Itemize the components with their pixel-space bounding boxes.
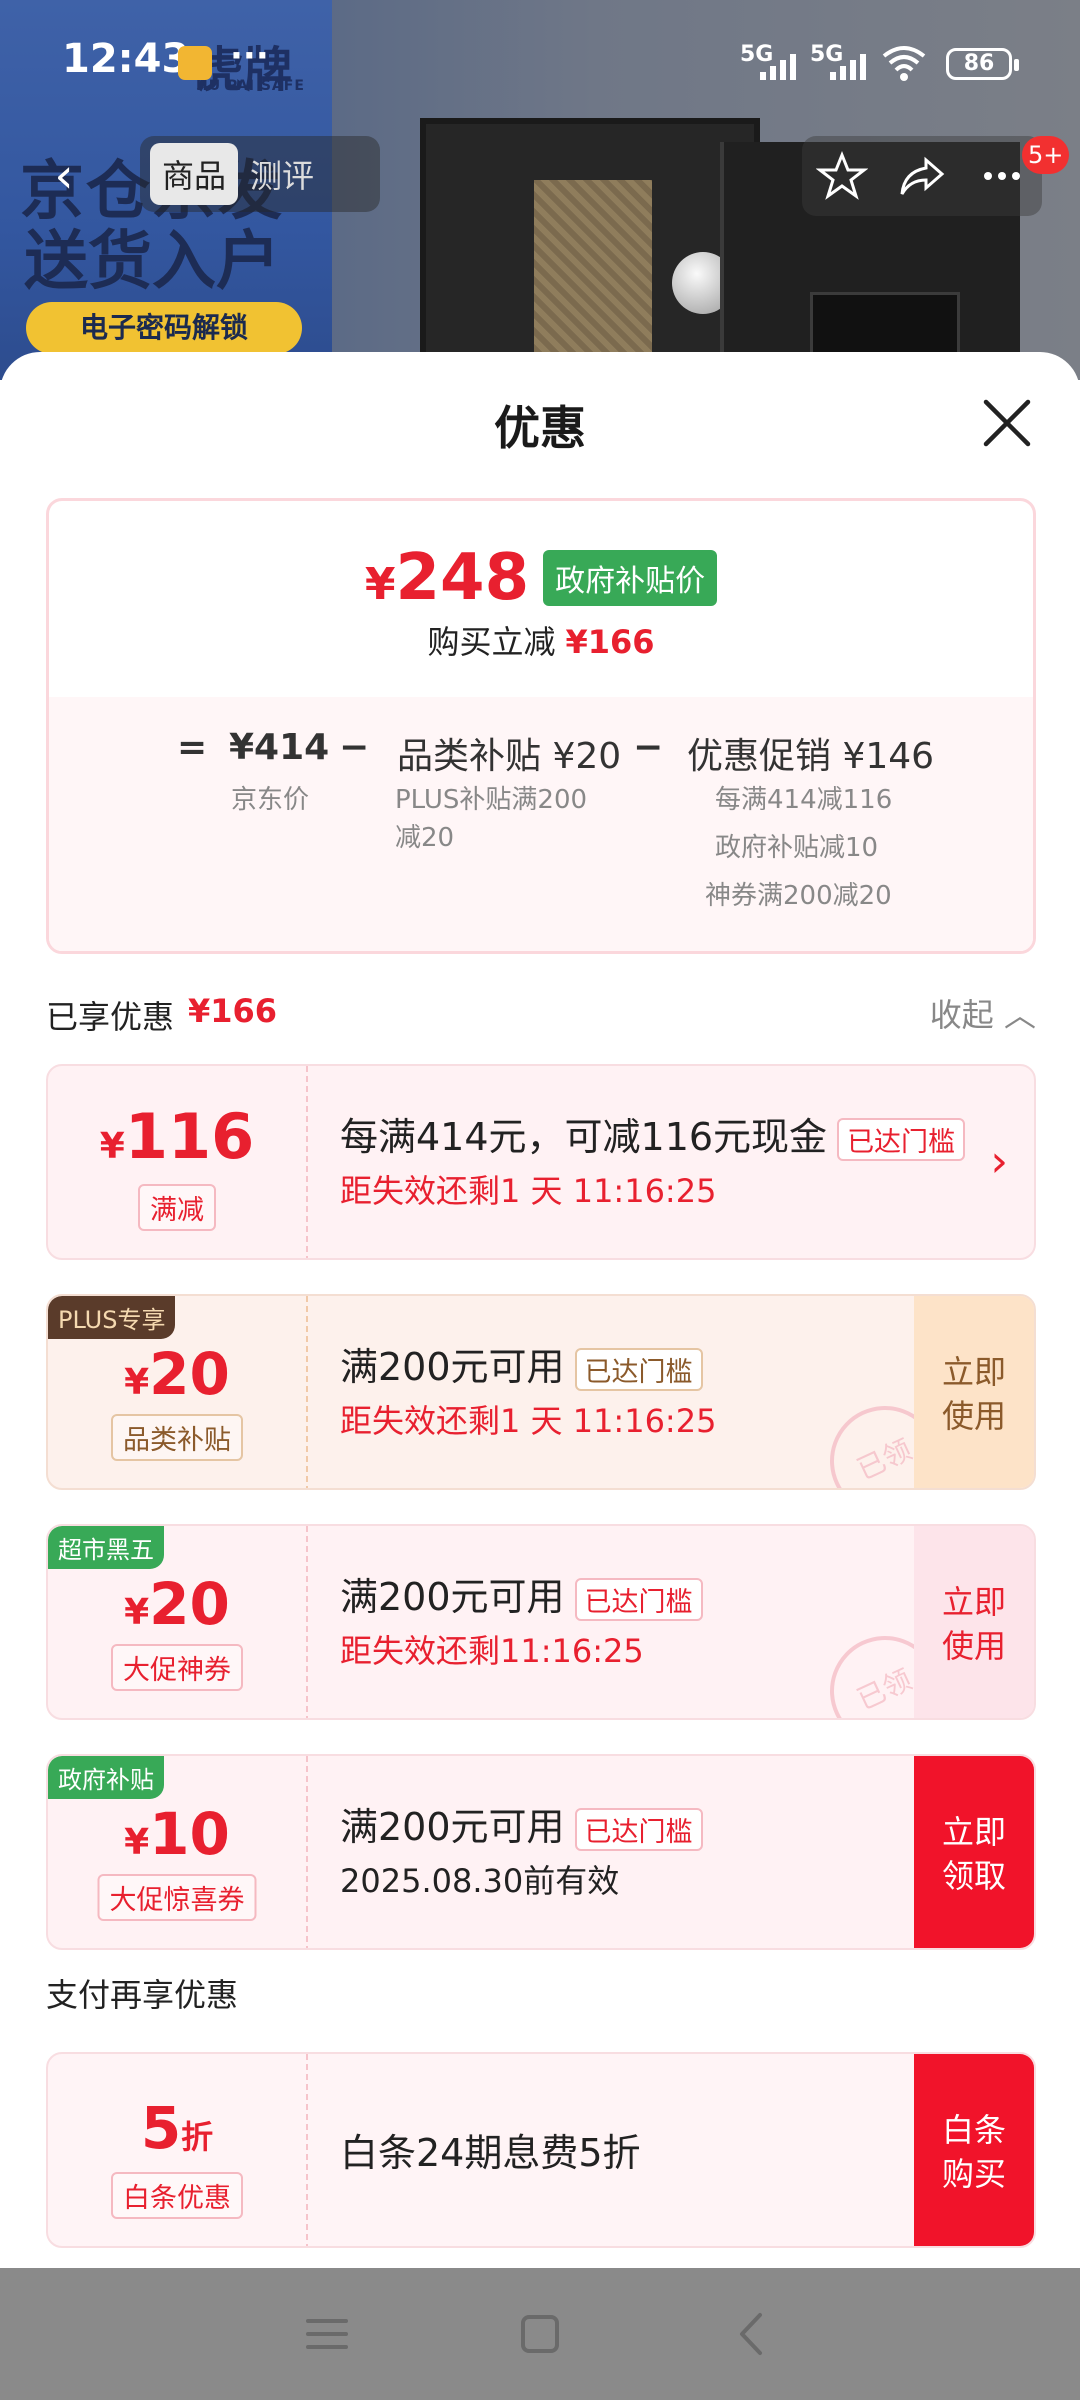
back-icon[interactable] bbox=[726, 2307, 780, 2361]
final-price-section: ¥248 政府补贴价 购买立减 ¥166 bbox=[49, 501, 1033, 697]
favorite-star-icon[interactable] bbox=[816, 150, 868, 202]
coupon-type: 满减 bbox=[138, 1184, 216, 1231]
wifi-icon bbox=[882, 46, 926, 81]
enjoyed-label: 已享优惠 bbox=[46, 998, 175, 1036]
threshold-tag: 已达门槛 bbox=[574, 1578, 703, 1621]
minus-sign-1: − bbox=[339, 727, 370, 768]
coupon-title: 满200元可用 已达门槛 bbox=[340, 1796, 703, 1851]
status-time: 12:43 bbox=[62, 36, 190, 82]
payment-discount-label: 支付再享优惠 bbox=[46, 1976, 239, 2014]
top-actions bbox=[802, 136, 1042, 216]
coupon-type: 大促神券 bbox=[111, 1644, 243, 1691]
baitiao-buy-button[interactable]: 白条购买 bbox=[914, 2054, 1034, 2246]
jd-price: ¥414 bbox=[229, 727, 330, 768]
promo-note-1: 每满414减116 bbox=[715, 785, 893, 815]
menu-icon[interactable] bbox=[300, 2307, 354, 2361]
chevron-right-icon[interactable]: › bbox=[990, 1136, 1008, 1187]
share-icon[interactable] bbox=[896, 150, 948, 202]
final-price: ¥248 bbox=[364, 541, 530, 615]
signal-icon-1 bbox=[760, 48, 796, 80]
equals-sign: = bbox=[177, 727, 208, 768]
baitiao-offer-card: 5折 白条优惠 白条24期息费5折 白条购买 bbox=[46, 2052, 1036, 2248]
category-subsidy-note-2: 减20 bbox=[395, 823, 455, 853]
coupon-title: 满200元可用 已达门槛 bbox=[340, 1566, 703, 1621]
threshold-tag: 已达门槛 bbox=[574, 1808, 703, 1851]
threshold-tag: 已达门槛 bbox=[837, 1118, 966, 1161]
use-now-button[interactable]: 立即使用 bbox=[914, 1526, 1034, 1718]
coupon-countdown: 距失效还剩1 天 11:16:25 bbox=[340, 1172, 717, 1210]
coupon-countdown: 距失效还剩1 天 11:16:25 bbox=[340, 1402, 717, 1440]
close-icon[interactable] bbox=[978, 394, 1036, 452]
home-icon[interactable] bbox=[513, 2307, 567, 2361]
instant-reduction: 购买立减 ¥166 bbox=[427, 623, 655, 661]
notification-app-icon bbox=[178, 46, 212, 80]
offer-type: 白条优惠 bbox=[111, 2172, 243, 2219]
coupon-card-mega-promo: 超市黑五 ¥20 大促神券 满200元可用 已达门槛 距失效还剩11:16:25 … bbox=[46, 1524, 1036, 1720]
coupon-amount: ¥10 bbox=[124, 1800, 230, 1868]
chevron-up-icon: ︿ bbox=[1003, 996, 1036, 1034]
use-now-button[interactable]: 立即使用 bbox=[914, 1296, 1034, 1488]
signal-icon-2 bbox=[830, 48, 866, 80]
sheet-title: 优惠 bbox=[494, 401, 586, 455]
promo-line-2: 送货入户 bbox=[24, 225, 280, 299]
product-tabs: 商品 测评 bbox=[140, 136, 380, 212]
battery-icon: 86 bbox=[946, 48, 1019, 80]
enjoyed-discount-row: 已享优惠 ¥166 收起 ︿ bbox=[46, 984, 1036, 1044]
promo-note-2: 政府补贴减10 bbox=[715, 833, 879, 863]
system-nav-bar bbox=[0, 2268, 1080, 2400]
more-icon[interactable] bbox=[976, 150, 1028, 202]
promo-badge: 电子密码解锁 bbox=[26, 302, 302, 354]
coupon-amount: ¥20 bbox=[124, 1340, 230, 1408]
coupon-title: 满200元可用 已达门槛 bbox=[340, 1336, 703, 1391]
price-formula: = ¥414 京东价 − 品类补贴 ¥20 PLUS补贴满200 减20 − 优… bbox=[49, 697, 1033, 951]
threshold-tag: 已达门槛 bbox=[574, 1348, 703, 1391]
promo-discount: 优惠促销 ¥146 bbox=[687, 736, 935, 777]
message-count-badge: 5+ bbox=[1022, 136, 1070, 174]
tab-review[interactable]: 测评 bbox=[238, 143, 326, 205]
coupon-amount: ¥116 bbox=[99, 1100, 255, 1173]
coupon-type: 大促惊喜券 bbox=[97, 1874, 257, 1921]
discount-sheet: 优惠 ¥248 政府补贴价 购买立减 ¥166 = ¥414 京东价 − 品类补贴… bbox=[0, 352, 1080, 2268]
price-breakdown-card: ¥248 政府补贴价 购买立减 ¥166 = ¥414 京东价 − 品类补贴 ¥2… bbox=[46, 498, 1036, 954]
discount-rate: 5折 bbox=[140, 2094, 214, 2162]
claim-now-button[interactable]: 立即领取 bbox=[914, 1756, 1034, 1948]
more-notifications-icon: ··· bbox=[230, 36, 269, 76]
safe-inner-panel bbox=[534, 180, 652, 380]
collapse-toggle[interactable]: 收起 ︿ bbox=[930, 990, 1036, 1036]
status-bar: 12:43 ··· 5G 5G 86 bbox=[0, 0, 1080, 120]
tab-product[interactable]: 商品 bbox=[150, 143, 239, 205]
coupon-expiry: 2025.08.30前有效 bbox=[340, 1862, 620, 1900]
coupon-amount: ¥20 bbox=[124, 1570, 230, 1638]
minus-sign-2: − bbox=[633, 727, 664, 768]
coupon-card-plus: PLUS专享 ¥20 品类补贴 满200元可用 已达门槛 距失效还剩1 天 11:… bbox=[46, 1294, 1036, 1490]
jd-price-label: 京东价 bbox=[231, 785, 310, 815]
back-arrow-icon[interactable]: ‹ bbox=[24, 136, 104, 216]
enjoyed-value: ¥166 bbox=[188, 992, 278, 1030]
category-subsidy-note-1: PLUS补贴满200 bbox=[395, 785, 588, 815]
offer-title: 白条24期息费5折 bbox=[340, 2131, 641, 2175]
coupon-countdown: 距失效还剩11:16:25 bbox=[340, 1632, 644, 1670]
gov-subsidy-price-tag: 政府补贴价 bbox=[543, 550, 718, 606]
coupon-type: 品类补贴 bbox=[111, 1414, 243, 1461]
coupon-card-gov-subsidy: 政府补贴 ¥10 大促惊喜券 满200元可用 已达门槛 2025.08.30前有效… bbox=[46, 1754, 1036, 1950]
coupon-title: 每满414元，可减116元现金 已达门槛 bbox=[340, 1106, 966, 1161]
coupon-card-full-reduction[interactable]: ¥116 满减 每满414元，可减116元现金 已达门槛 距失效还剩1 天 11:… bbox=[46, 1064, 1036, 1260]
promo-note-3: 神券满200减20 bbox=[705, 881, 892, 911]
safe-body-image bbox=[420, 118, 760, 380]
category-subsidy: 品类补贴 ¥20 bbox=[397, 736, 622, 777]
